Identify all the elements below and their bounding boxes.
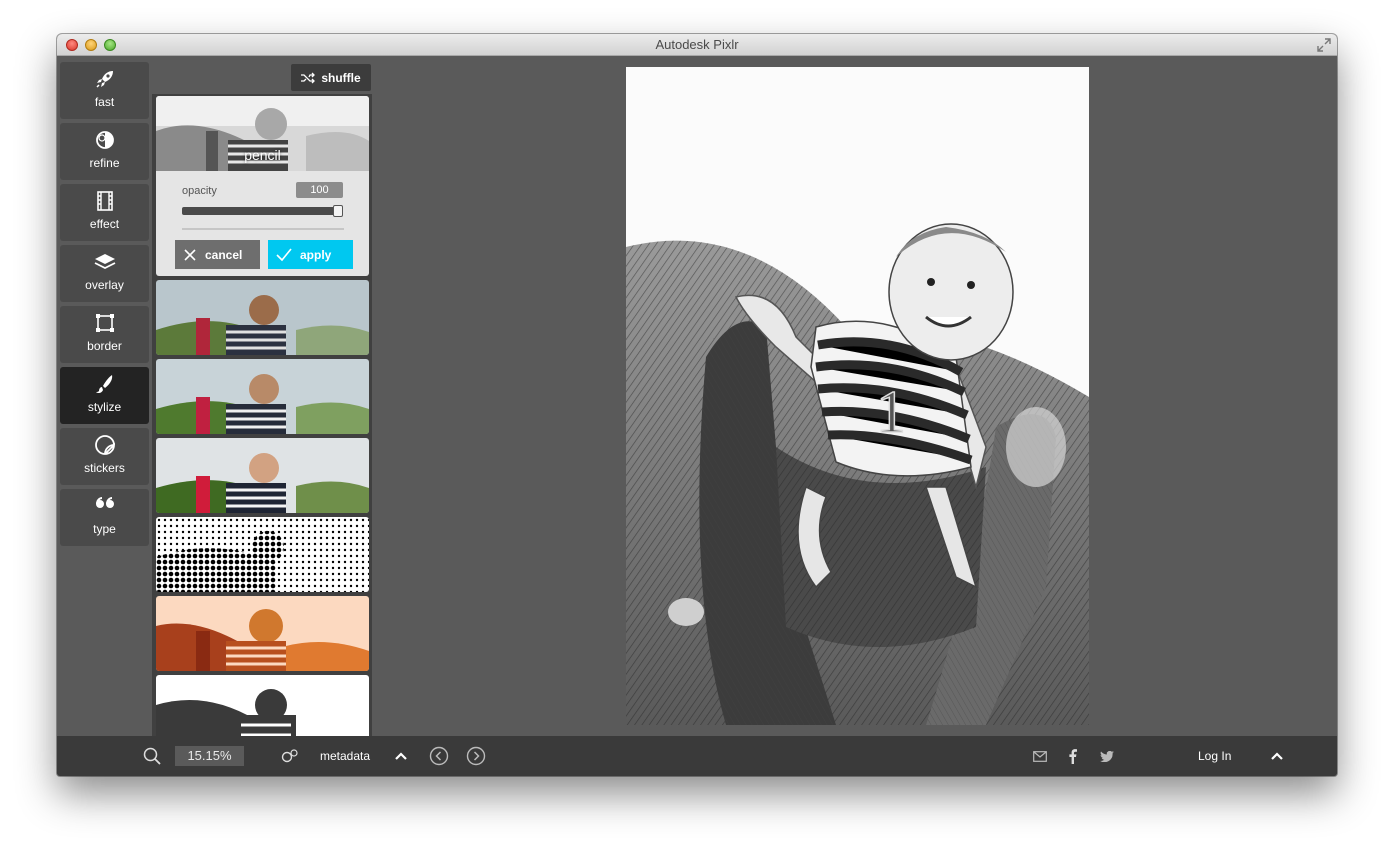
brush-icon — [95, 375, 112, 394]
shuffle-label: shuffle — [321, 70, 361, 85]
effect-thumbnail[interactable] — [156, 438, 369, 513]
app-window: Autodesk Pixlr fast refine effect overla… — [57, 34, 1337, 776]
previous-button[interactable] — [429, 736, 449, 776]
tool-label: border — [87, 339, 122, 353]
photo-canvas[interactable]: 1 — [626, 67, 1089, 725]
border-frame-icon — [95, 314, 114, 332]
chevron-right-circle-icon — [466, 746, 486, 766]
svg-text:1: 1 — [876, 379, 906, 445]
fullscreen-icon[interactable] — [1317, 38, 1331, 52]
adjust-icon — [95, 131, 114, 149]
shuffle-icon — [301, 72, 316, 83]
quote-icon — [95, 497, 114, 508]
cancel-button[interactable]: cancel — [175, 240, 260, 269]
next-button[interactable] — [466, 736, 486, 776]
effect-settings: opacity 100 cancel apply — [156, 171, 369, 276]
effect-name: pencil — [244, 147, 281, 163]
opacity-slider[interactable] — [182, 207, 342, 215]
tool-effect[interactable]: effect — [60, 184, 149, 241]
tool-sidebar: fast refine effect overlay border styliz… — [60, 62, 149, 550]
apply-label: apply — [300, 247, 332, 262]
sticker-icon — [94, 435, 115, 455]
tool-fast[interactable]: fast — [60, 62, 149, 119]
twitter-icon — [1100, 750, 1114, 762]
apply-button[interactable]: apply — [268, 240, 353, 269]
zoom-icon-wrap[interactable] — [143, 736, 161, 776]
chevron-left-circle-icon — [429, 746, 449, 766]
search-icon — [143, 747, 161, 765]
tool-border[interactable]: border — [60, 306, 149, 363]
expand-panel-button[interactable] — [1271, 736, 1283, 776]
metadata-expand-button[interactable] — [395, 736, 407, 776]
twitter-share-button[interactable] — [1100, 736, 1114, 776]
effect-thumbnail[interactable] — [156, 596, 369, 671]
login-button[interactable]: Log In — [1198, 736, 1231, 776]
cancel-label: cancel — [205, 247, 243, 262]
tool-label: fast — [94, 95, 115, 109]
effect-thumbnail[interactable] — [156, 517, 369, 592]
facebook-share-button[interactable] — [1069, 736, 1077, 776]
layers-icon — [94, 254, 115, 270]
tool-stickers[interactable]: stickers — [60, 428, 149, 485]
facebook-icon — [1069, 748, 1077, 764]
effect-thumbnail-image — [156, 359, 369, 434]
tool-label: refine — [89, 156, 120, 170]
opacity-label: opacity — [182, 185, 217, 197]
edited-photo: 1 — [626, 67, 1089, 725]
shuffle-button[interactable]: shuffle — [291, 64, 371, 91]
effect-thumbnail[interactable] — [156, 359, 369, 434]
chevron-up-icon — [1271, 752, 1283, 760]
window-title: Autodesk Pixlr — [655, 37, 739, 52]
metadata-button[interactable]: metadata — [320, 736, 370, 776]
tool-overlay[interactable]: overlay — [60, 245, 149, 302]
envelope-icon — [1033, 750, 1047, 762]
effects-panel: pencil opacity 100 cancel apply — [152, 94, 372, 770]
email-share-button[interactable] — [1033, 736, 1047, 776]
tool-type[interactable]: type — [60, 489, 149, 546]
opacity-slider-handle[interactable] — [333, 205, 343, 217]
bottom-toolbar: 15.15% metadata Log In — [57, 736, 1337, 776]
divider — [182, 228, 344, 230]
effect-thumbnail-image — [156, 280, 369, 355]
tool-label: effect — [89, 217, 120, 231]
tool-label: type — [93, 522, 116, 536]
effect-thumbnail-image — [156, 596, 369, 671]
compare-button[interactable] — [281, 736, 299, 776]
opacity-value-field[interactable]: 100 — [296, 182, 343, 198]
tool-stylize[interactable]: stylize — [60, 367, 149, 424]
effect-thumbnail-image — [156, 438, 369, 513]
tool-refine[interactable]: refine — [60, 123, 149, 180]
tool-label: overlay — [85, 278, 124, 292]
compare-icon — [281, 749, 298, 763]
film-icon — [96, 191, 113, 211]
rocket-icon — [95, 71, 113, 88]
effect-thumbnail[interactable] — [156, 280, 369, 355]
effect-thumbnail-image — [156, 517, 369, 592]
checkmark-icon — [276, 247, 292, 261]
title-bar: Autodesk Pixlr — [57, 34, 1337, 56]
chevron-up-icon — [395, 752, 407, 760]
effect-thumbnail-pencil[interactable]: pencil — [156, 96, 369, 171]
close-icon — [184, 248, 196, 261]
tool-label: stickers — [84, 461, 125, 475]
zoom-level-field[interactable]: 15.15% — [175, 746, 244, 766]
tool-label: stylize — [87, 400, 122, 414]
